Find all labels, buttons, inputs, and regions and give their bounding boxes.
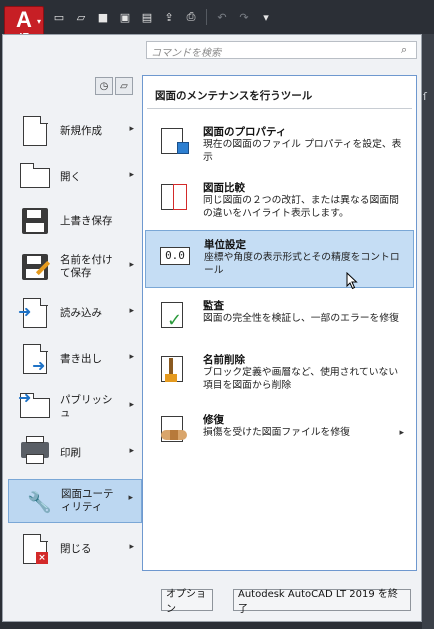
exit-autocad-button[interactable]: Autodesk AutoCAD LT 2019 を終了 [233,589,411,615]
submenu-item-title: 図面比較 [203,182,245,194]
publish-icon[interactable]: ⇪ [160,9,178,25]
submenu-title: 図面のメンテナンスを行うツール [155,90,313,102]
options-button[interactable]: オプション [161,589,213,615]
menu-item-publish[interactable]: ➜ パブリッシュ ▸ [8,387,142,427]
save-as-icon[interactable]: ▣ [116,9,134,25]
new-document-icon [18,114,52,148]
menu-item-print[interactable]: 印刷 ▸ [8,433,142,473]
chevron-right-icon: ▸ [129,352,134,362]
menu-item-open[interactable]: 開く ▸ [8,157,142,197]
submenu-item-title: 単位設定 [204,239,246,251]
submenu-item-desc: ブロック定義や画層など、使用されていない項目を図面から削除 [203,367,399,391]
search-placeholder: コマンドを検索 [151,48,221,59]
submenu-item-compare[interactable]: 図面比較 同じ図面の２つの改訂、または異なる図面間の違いをハイライト表示します。 [145,174,414,232]
redo-icon[interactable]: ↷ [235,9,253,25]
floppy-disk-icon [18,204,52,238]
menu-item-drawing-utilities[interactable]: 🔧 図面ユーティリティ ▸ [8,479,142,523]
chevron-right-icon: ▸ [129,306,134,316]
menu-item-label: 名前を付けて保存 [60,254,113,279]
export-icon: ➜ [18,342,52,376]
submenu-item-desc: 座標や角度の表示形式とその精度をコントロール [204,252,400,276]
import-icon: ➜ [18,296,52,330]
menu-item-label: 閉じる [60,542,92,555]
chevron-right-icon: ▸ [129,124,134,134]
command-search-input[interactable]: コマンドを検索 ⌕ [146,41,417,59]
toolbar-divider [206,9,207,25]
mouse-cursor-icon [346,272,358,290]
printer-icon [18,436,52,470]
submenu-item-title: 図面のプロパティ [203,126,287,138]
save-icon[interactable]: ■ [94,9,112,25]
workspace-background: ſ [422,34,434,629]
recent-documents-icon[interactable]: ◷ [95,77,113,95]
wrench-icon: 🔧 [27,490,52,514]
drawing-properties-icon [159,126,189,156]
chevron-right-icon: ▸ [129,542,134,552]
menu-item-label: パブリッシュ [60,394,113,419]
drawing-compare-icon [159,182,189,212]
chevron-right-icon: ▸ [129,260,134,270]
publish-icon: ➜ [18,388,52,424]
menu-item-label: 印刷 [60,446,81,459]
drawing-utilities-submenu: 図面のメンテナンスを行うツール 図面のプロパティ 現在の図面のファイル プロパテ… [142,75,417,571]
units-icon: 0.0 [160,239,190,269]
submenu-item-audit[interactable]: ✓ 監査 図面の完全性を検証し、一部のエラーを修復 [145,292,414,350]
submenu-item-desc: 同じ図面の２つの改訂、または異なる図面間の違いをハイライト表示します。 [203,195,399,219]
chevron-right-icon: ▸ [129,170,134,180]
application-menu: コマンドを検索 ⌕ ◷ ▱ 新規作成 ▸ 開く ▸ 上書き保存 名前を付けて保存… [2,34,422,622]
quick-access-toolbar: ▭ ▱ ■ ▣ ▤ ⇪ ⎙ ↶ ↷ ▾ [50,9,275,25]
folder-icon [18,160,52,194]
purge-icon [159,354,189,384]
title-bar: A LT ▾ ▭ ▱ ■ ▣ ▤ ⇪ ⎙ ↶ ↷ ▾ [0,0,434,48]
open-sheetset-icon[interactable]: ▤ [138,9,156,25]
submenu-item-title: 監査 [203,300,224,312]
submenu-item-properties[interactable]: 図面のプロパティ 現在の図面のファイル プロパティを設定、表示 [145,118,414,176]
menu-item-label: 新規作成 [60,124,102,137]
menu-item-label: 上書き保存 [60,214,113,227]
submenu-item-desc: 現在の図面のファイル プロパティを設定、表示 [203,139,402,163]
menu-item-new[interactable]: 新規作成 ▸ [8,111,142,151]
menu-item-save-as[interactable]: 名前を付けて保存 ▸ [8,247,142,287]
new-icon[interactable]: ▭ [50,9,68,25]
menu-item-label: 書き出し [60,352,102,365]
submenu-item-desc: 損傷を受けた図面ファイルを修復 [203,427,350,438]
submenu-item-title: 名前削除 [203,354,245,366]
customize-icon[interactable]: ▾ [257,9,275,25]
menu-item-label: 読み込み [60,306,102,319]
menu-item-export[interactable]: ➜ 書き出し ▸ [8,339,142,379]
submenu-item-recover[interactable]: 修復 損傷を受けた図面ファイルを修復 ▸ [145,406,414,464]
submenu-divider [147,108,412,109]
open-documents-icon[interactable]: ▱ [115,77,133,95]
save-as-icon [18,250,52,284]
chevron-right-icon: ▸ [129,400,134,410]
audit-icon: ✓ [159,300,189,331]
chevron-right-icon: ▸ [129,446,134,456]
menu-item-import[interactable]: ➜ 読み込み ▸ [8,293,142,333]
chevron-down-icon: ▾ [36,17,41,26]
recent-open-toggle: ◷ ▱ [95,77,133,95]
submenu-item-purge[interactable]: 名前削除 ブロック定義や画層など、使用されていない項目を図面から削除 [145,346,414,404]
submenu-item-desc: 図面の完全性を検証し、一部のエラーを修復 [203,313,399,324]
menu-item-label: 図面ユーティリティ [61,488,114,513]
submenu-item-units[interactable]: 0.0 単位設定 座標や角度の表示形式とその精度をコントロール [145,230,414,288]
chevron-right-icon: ▸ [128,493,133,503]
open-icon[interactable]: ▱ [72,9,90,25]
menu-item-save[interactable]: 上書き保存 [8,201,142,241]
close-document-icon: × [18,532,52,566]
submenu-item-title: 修復 [203,414,224,426]
search-icon[interactable]: ⌕ [401,43,413,56]
recover-icon [159,414,189,444]
menu-item-close[interactable]: × 閉じる ▸ [8,529,142,569]
menu-item-label: 開く [60,170,81,183]
chevron-right-icon: ▸ [399,428,404,438]
background-glyph: ſ [423,90,427,103]
undo-icon[interactable]: ↶ [213,9,231,25]
print-icon[interactable]: ⎙ [182,9,200,25]
